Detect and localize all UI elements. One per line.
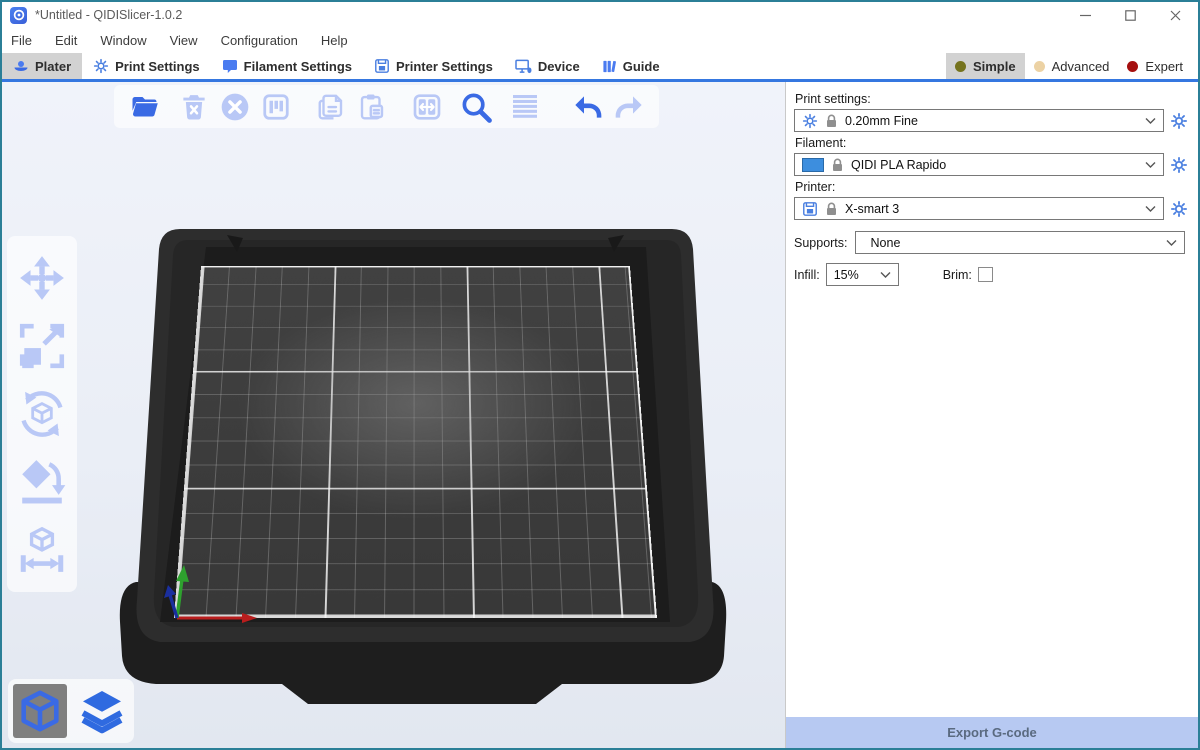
expert-dot-icon	[1127, 61, 1138, 72]
app-window: *Untitled - QIDISlicer-1.0.2 File Edit W…	[0, 0, 1200, 750]
tab-printer-settings[interactable]: Printer Settings	[363, 53, 504, 79]
object-manipulation-toolbar	[7, 236, 77, 592]
print-settings-label: Print settings:	[795, 92, 1189, 106]
printer-icon	[802, 201, 818, 217]
filament-color-swatch	[802, 158, 824, 172]
simple-dot-icon	[955, 61, 966, 72]
axes-indicator	[142, 563, 282, 633]
brim-checkbox[interactable]	[978, 267, 993, 282]
chevron-down-icon	[1145, 117, 1156, 125]
rotate-tool-button[interactable]	[16, 388, 68, 440]
delete-all-button[interactable]	[214, 88, 255, 126]
chevron-down-icon	[1145, 161, 1156, 169]
filament-icon	[222, 59, 238, 74]
preview-view-button[interactable]	[75, 684, 129, 738]
advanced-dot-icon	[1034, 61, 1045, 72]
filament-value: QIDI PLA Rapido	[851, 158, 946, 172]
guide-icon	[602, 59, 617, 74]
printer-gear-button[interactable]	[1169, 199, 1189, 219]
printer-value: X-smart 3	[845, 202, 899, 216]
lock-icon	[825, 202, 838, 216]
tab-bar: Plater Print Settings Filament Settings …	[2, 53, 1198, 82]
3d-editor-view-button[interactable]	[13, 684, 67, 738]
gear-icon	[93, 58, 109, 74]
paste-button[interactable]	[351, 88, 392, 126]
app-logo-icon	[10, 7, 27, 24]
split-button[interactable]	[406, 88, 447, 126]
export-gcode-button[interactable]: Export G-code	[786, 717, 1198, 748]
view-mode-switch	[8, 679, 134, 743]
scale-tool-button[interactable]	[16, 320, 68, 372]
menu-window[interactable]: Window	[100, 33, 146, 48]
supports-label: Supports:	[794, 236, 848, 250]
tab-device[interactable]: Device	[504, 53, 591, 79]
open-button[interactable]	[124, 88, 165, 126]
tab-plater[interactable]: Plater	[2, 53, 82, 79]
supports-value: None	[863, 236, 901, 250]
move-tool-button[interactable]	[16, 252, 68, 304]
delete-button[interactable]	[173, 88, 214, 126]
lock-icon	[825, 114, 838, 128]
copy-button[interactable]	[310, 88, 351, 126]
3d-viewport[interactable]	[2, 82, 785, 748]
infill-label: Infill:	[794, 268, 820, 282]
brim-label: Brim:	[943, 268, 972, 282]
device-icon	[515, 59, 532, 74]
printer-label: Printer:	[795, 180, 1189, 194]
print-settings-gear-button[interactable]	[1169, 111, 1189, 131]
gear-icon	[802, 113, 818, 129]
chevron-down-icon	[1145, 205, 1156, 213]
mode-expert[interactable]: Expert	[1118, 53, 1192, 79]
infill-combo[interactable]: 15%	[826, 263, 899, 286]
arrange-button[interactable]	[255, 88, 296, 126]
lock-icon	[831, 158, 844, 172]
filament-gear-button[interactable]	[1169, 155, 1189, 175]
tab-filament-settings[interactable]: Filament Settings	[211, 53, 363, 79]
redo-button[interactable]	[608, 88, 649, 126]
filament-combo[interactable]: QIDI PLA Rapido	[794, 153, 1164, 176]
plater-icon	[13, 58, 29, 74]
minimize-button[interactable]	[1063, 2, 1108, 28]
mode-advanced[interactable]: Advanced	[1025, 53, 1119, 79]
chevron-down-icon	[1166, 239, 1177, 247]
tab-print-settings[interactable]: Print Settings	[82, 53, 211, 79]
place-on-face-tool-button[interactable]	[16, 456, 68, 508]
menu-view[interactable]: View	[170, 33, 198, 48]
filament-label: Filament:	[795, 136, 1189, 150]
print-settings-combo[interactable]: 0.20mm Fine	[794, 109, 1164, 132]
menu-help[interactable]: Help	[321, 33, 348, 48]
title-bar: *Untitled - QIDISlicer-1.0.2	[2, 2, 1198, 28]
viewport-toolbar	[114, 85, 659, 128]
layers-button[interactable]	[504, 88, 545, 126]
measure-tool-button[interactable]	[16, 524, 68, 576]
mode-switcher: Simple Advanced Expert	[946, 53, 1198, 79]
menu-bar: File Edit Window View Configuration Help	[2, 28, 1198, 53]
infill-value: 15%	[834, 268, 859, 282]
chevron-down-icon	[880, 271, 891, 279]
window-title: *Untitled - QIDISlicer-1.0.2	[35, 8, 182, 22]
printer-icon	[374, 58, 390, 74]
menu-file[interactable]: File	[11, 33, 32, 48]
tab-guide[interactable]: Guide	[591, 53, 671, 79]
mode-simple[interactable]: Simple	[946, 53, 1025, 79]
maximize-button[interactable]	[1108, 2, 1153, 28]
menu-configuration[interactable]: Configuration	[221, 33, 298, 48]
settings-sidebar: Print settings: 0.20mm Fine Filament: QI…	[785, 82, 1198, 748]
menu-edit[interactable]: Edit	[55, 33, 77, 48]
close-button[interactable]	[1153, 2, 1198, 28]
supports-combo[interactable]: None	[855, 231, 1185, 254]
print-settings-value: 0.20mm Fine	[845, 114, 918, 128]
printer-combo[interactable]: X-smart 3	[794, 197, 1164, 220]
search-button[interactable]	[455, 88, 496, 126]
undo-button[interactable]	[567, 88, 608, 126]
